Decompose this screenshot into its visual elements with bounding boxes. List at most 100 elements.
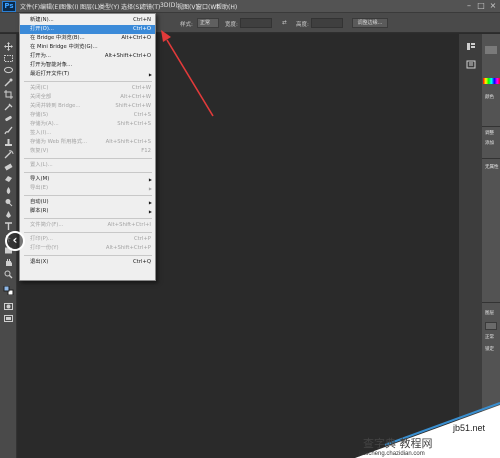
height-input[interactable] [311,18,343,28]
eyedropper-tool-icon[interactable] [3,102,14,111]
watermark-line3: jiaocheng.chazidian.com [358,451,425,457]
menu-file[interactable]: 文件(F) [20,2,40,11]
dodge-tool-icon[interactable] [3,198,14,207]
add-adjustment-label: 添加 [485,141,494,146]
menu-item-label: 签入(I)... [30,130,52,136]
width-input[interactable] [240,18,272,28]
history-brush-tool-icon[interactable] [3,150,14,159]
file-menu-item[interactable]: 置入(L)... [20,161,155,170]
menu-item-label: 存储(S) [30,112,49,118]
menu-item-shortcut: Ctrl+S [133,112,151,118]
menu-help[interactable]: 帮助(H) [216,2,237,11]
menu-item-label: 打开(O)... [30,26,54,32]
back-arrow-icon[interactable]: ‹ [5,231,25,251]
file-menu-item[interactable]: 打印(P)... Ctrl+P [20,235,155,244]
menu-item-label: 置入(L)... [30,162,53,168]
close-button[interactable]: × [488,1,498,11]
file-menu-item[interactable]: 最近打开文件(T) ▶ [20,70,155,79]
menu-item-label: 存储为 Web 所用格式... [30,139,88,145]
lock-label: 锁定 [485,347,494,352]
move-tool-icon[interactable] [3,42,14,51]
menu-item-shortcut: Alt+Ctrl+W [120,94,151,100]
menu-edit[interactable]: 编辑(E) [40,2,60,11]
hand-tool-icon[interactable] [3,258,14,267]
file-menu-item[interactable]: 在 Bridge 中浏览(B)... Alt+Ctrl+O [20,34,155,43]
crop-tool-icon[interactable] [3,90,14,99]
maximize-button[interactable]: □ [476,1,486,11]
file-menu-item[interactable]: 存储为(A)... Shift+Ctrl+S [20,120,155,129]
menu-separator [24,218,152,219]
file-menu-item[interactable]: 存储为 Web 所用格式... Alt+Shift+Ctrl+S [20,138,155,147]
menu-separator [24,195,152,196]
quick-mask-icon[interactable] [3,302,14,311]
menu-item-shortcut: Shift+Ctrl+S [117,121,151,127]
blur-tool-icon[interactable] [3,186,14,195]
file-menu-item[interactable]: 打开为智能对象... [20,61,155,70]
swap-icon[interactable]: ⇄ [282,20,287,26]
menu-item-shortcut: Ctrl+O [132,26,151,32]
menu-3d[interactable]: 3D(D) [160,2,178,9]
style-select[interactable]: 正常 [197,18,219,28]
menu-item-label: 打开为... [30,53,51,59]
layer-filter-select[interactable] [485,322,497,330]
width-label: 宽度: [225,22,238,28]
refine-edge-button[interactable]: 调整边缘... [352,18,388,28]
photoshop-logo: Ps [2,1,16,12]
file-menu-item[interactable]: 文件简介(F)... Alt+Shift+Ctrl+I [20,221,155,230]
color-picker-swatch[interactable] [485,46,497,54]
file-menu-item[interactable]: 签入(I)... [20,129,155,138]
healing-brush-tool-icon[interactable] [3,114,14,123]
menu-separator [24,81,152,82]
minimize-button[interactable]: – [464,1,474,11]
file-menu-item[interactable]: 在 Mini Bridge 中浏览(G)... [20,43,155,52]
file-menu-item[interactable]: 打印一份(Y) Alt+Shift+Ctrl+P [20,244,155,253]
file-menu-item[interactable]: 恢复(V) F12 [20,147,155,156]
menu-select[interactable]: 选择(S) [121,2,142,11]
menu-item-shortcut: Ctrl+W [131,85,151,91]
file-menu-item[interactable]: 打开(O)... Ctrl+O [20,25,155,34]
brush-tool-icon[interactable] [3,126,14,135]
style-label: 样式: [180,22,193,28]
file-menu-item[interactable]: 打开为... Alt+Shift+Ctrl+O [20,52,155,61]
menu-item-shortcut: Alt+Ctrl+O [121,35,151,41]
file-menu-item[interactable]: 脚本(R) ▶ [20,207,155,216]
zoom-tool-icon[interactable] [3,270,14,279]
clone-stamp-tool-icon[interactable] [3,138,14,147]
menu-separator [24,158,152,159]
pen-tool-icon[interactable] [3,210,14,219]
file-menu-item[interactable]: 自动(U) ▶ [20,198,155,207]
menu-item-label: 文件简介(F)... [30,222,64,228]
menu-item-label: 导入(M) [30,176,50,182]
quick-select-tool-icon[interactable] [3,78,14,87]
color-swatches-icon[interactable] [3,286,14,295]
screen-mode-icon[interactable] [3,314,14,323]
lasso-tool-icon[interactable] [3,66,14,75]
blend-mode-select[interactable]: 正常 [485,334,494,340]
height-label: 高度: [296,22,309,28]
file-menu-item[interactable]: 导出(E) ▶ [20,184,155,193]
history-panel-icon[interactable] [466,42,476,51]
type-tool-icon[interactable] [3,222,14,231]
file-menu-item[interactable]: 新建(N)... Ctrl+N [20,16,155,25]
menu-type[interactable]: 类型(Y) [99,2,119,11]
eraser-tool-icon[interactable] [3,162,14,171]
menu-image[interactable]: 图像(I) [60,2,78,11]
menu-item-shortcut: Ctrl+Q [132,259,151,265]
menu-item-label: 打印(P)... [30,236,53,242]
menu-filter[interactable]: 滤镜(T) [140,2,160,11]
file-menu-item[interactable]: 关闭全部 Alt+Ctrl+W [20,93,155,102]
gradient-tool-icon[interactable] [3,174,14,183]
adjustments-panel-label: 调整 [485,131,494,136]
marquee-tool-icon[interactable] [3,54,14,63]
watermark-line1: jb51.net [452,423,486,433]
color-spectrum[interactable] [483,78,500,84]
file-menu-item[interactable]: 关闭并转到 Bridge... Shift+Ctrl+W [20,102,155,111]
menu-layer[interactable]: 图层(L) [80,2,100,11]
menu-item-shortcut: F12 [141,148,151,154]
properties-panel-icon[interactable] [466,60,476,69]
file-menu-item[interactable]: 导入(M) ▶ [20,175,155,184]
file-menu-item[interactable]: 退出(X) Ctrl+Q [20,258,155,267]
file-menu-item[interactable]: 关闭(C) Ctrl+W [20,84,155,93]
menu-view[interactable]: 视图(V) [177,2,198,11]
file-menu-item[interactable]: 存储(S) Ctrl+S [20,111,155,120]
